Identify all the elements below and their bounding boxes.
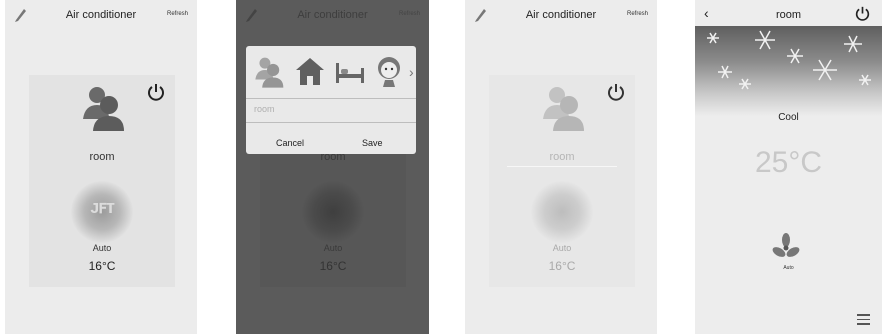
top-bar: Air conditioner Refresh — [5, 0, 197, 30]
menu-icon-line — [857, 318, 870, 320]
edit-room-dialog: › room Cancel Save — [246, 46, 416, 154]
cancel-button[interactable]: Cancel — [276, 138, 304, 148]
refresh-button[interactable]: Refresh — [627, 11, 648, 17]
room-card[interactable]: room ᴊꜰᴛ Auto 16°C — [29, 75, 175, 287]
people-icon[interactable] — [254, 56, 284, 88]
menu-icon-line — [857, 314, 870, 316]
power-icon[interactable] — [855, 6, 870, 21]
mode-label: Auto — [552, 243, 572, 253]
room-name: room — [89, 151, 115, 163]
divider — [246, 122, 416, 123]
people-icon — [543, 87, 584, 131]
room-name-input[interactable]: room — [254, 104, 275, 114]
main-screen: Air conditioner Refresh room ᴊꜰᴛ Auto 16… — [5, 0, 197, 334]
top-bar: Air conditioner Refresh — [236, 0, 429, 30]
fan-speed-label: Auto — [783, 265, 794, 271]
mode-label: Cool — [778, 112, 799, 123]
snowflake-banner — [695, 26, 882, 116]
top-bar: Air conditioner Refresh — [465, 0, 657, 30]
edit-dialog-screen: Air conditioner Refresh room Auto 16°C ›… — [236, 0, 429, 334]
fan-icon — [531, 181, 593, 243]
temperature-label: 16°C — [88, 259, 116, 273]
power-icon[interactable] — [607, 83, 625, 101]
temperature-label: 16°C — [548, 259, 576, 273]
fan-glyph-icon: ᴊꜰᴛ — [90, 197, 115, 217]
fan-icon[interactable] — [771, 232, 801, 262]
bed-icon[interactable] — [334, 60, 366, 84]
people-icon — [83, 87, 124, 131]
refresh-button: Refresh — [398, 11, 420, 17]
save-button[interactable]: Save — [362, 138, 383, 148]
room-detail-screen: ‹ room Cool 25°C Auto — [695, 0, 882, 334]
temperature-display: 25°C — [754, 146, 823, 179]
room-name-input[interactable]: room — [489, 151, 635, 163]
mode-label: Auto — [92, 243, 112, 253]
power-icon[interactable] — [147, 83, 165, 101]
snowflake-icon — [707, 30, 871, 90]
editing-screen: Air conditioner Refresh room Auto 16°C — [465, 0, 657, 334]
divider — [246, 98, 416, 99]
menu-icon[interactable] — [857, 314, 870, 328]
room-card[interactable]: room Auto 16°C — [489, 75, 635, 287]
chevron-right-icon[interactable]: › — [409, 64, 414, 80]
input-underline — [507, 166, 617, 167]
mode-label: Auto — [323, 243, 343, 253]
fan-icon — [302, 181, 364, 243]
page-title: room — [775, 9, 802, 21]
house-icon[interactable] — [294, 56, 326, 86]
temperature-label: 16°C — [319, 259, 347, 273]
child-icon[interactable] — [374, 55, 404, 87]
refresh-button[interactable]: Refresh — [167, 11, 188, 17]
menu-icon-line — [857, 323, 870, 325]
